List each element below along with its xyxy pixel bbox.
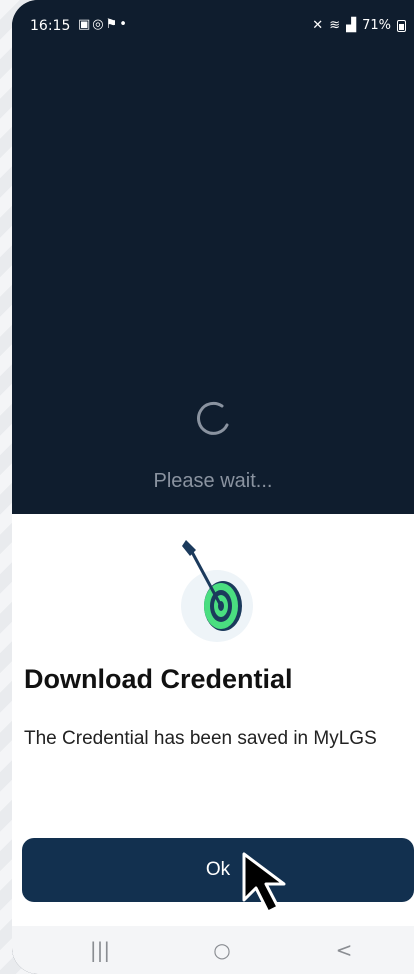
sync-icon: ◎ bbox=[92, 17, 106, 32]
download-dialog: Download Credential The Credential has b… bbox=[12, 514, 414, 926]
dot-icon: • bbox=[119, 17, 129, 32]
ok-button[interactable]: Ok bbox=[22, 838, 414, 902]
status-time: 16:15 bbox=[30, 18, 71, 34]
mute-icon: ✕ bbox=[312, 18, 324, 33]
navigation-bar: ||| ○ < bbox=[12, 926, 414, 974]
dialog-message: The Credential has been saved in MyLGS bbox=[24, 728, 377, 749]
status-right: ✕ ≋ ▟ 71% bbox=[312, 18, 406, 33]
recents-button[interactable]: ||| bbox=[80, 938, 120, 962]
battery-icon bbox=[397, 19, 406, 32]
mouse-cursor-icon bbox=[242, 852, 286, 914]
teams-icon: ⚑ bbox=[105, 17, 120, 32]
notification-icons: ▣◎⚑• bbox=[78, 17, 129, 32]
home-button[interactable]: ○ bbox=[202, 938, 242, 962]
dialog-title: Download Credential bbox=[24, 664, 293, 694]
battery-percent: 71% bbox=[362, 18, 391, 33]
status-bar: 16:15 ▣◎⚑• ✕ ≋ ▟ 71% bbox=[12, 0, 414, 48]
wifi-icon: ≋ bbox=[329, 18, 341, 33]
phone-screen: 16:15 ▣◎⚑• ✕ ≋ ▟ 71% Please wait... Down… bbox=[12, 0, 414, 974]
please-wait-text: Please wait... bbox=[153, 470, 273, 492]
gallery-icon: ▣ bbox=[78, 17, 93, 32]
signal-icon: ▟ bbox=[346, 18, 357, 33]
target-arrow-icon bbox=[181, 540, 253, 642]
loading-overlay: Please wait... bbox=[12, 48, 414, 514]
loading-spinner-icon bbox=[197, 401, 229, 435]
back-button[interactable]: < bbox=[324, 938, 364, 962]
